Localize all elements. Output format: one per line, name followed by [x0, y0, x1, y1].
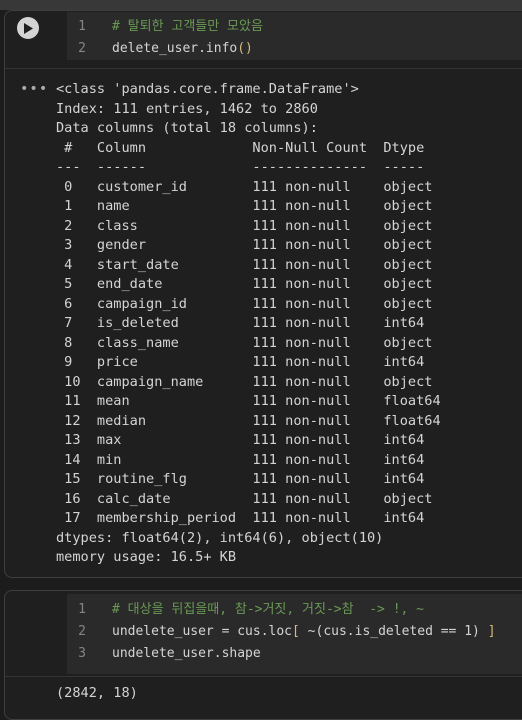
code-text: ~(cus.is_deleted == 1) — [299, 624, 488, 639]
output-line: 2 class 111 non-null object — [56, 217, 433, 234]
top-toolbar-strip — [0, 0, 522, 10]
line-number: 3 — [78, 646, 86, 661]
line-number: 1 — [78, 19, 86, 34]
output-line: 13 max 111 non-null int64 — [56, 432, 433, 448]
output-line: --- ------ -------------- ----- — [56, 159, 433, 175]
line-number: 2 — [78, 41, 86, 56]
code-paren: () — [237, 41, 253, 56]
output-line: 5 end_date 111 non-null object — [56, 276, 433, 292]
output-line: 7 is_deleted 111 non-null int64 — [56, 315, 433, 331]
cell-divider — [5, 676, 522, 677]
output-line: 8 class_name 111 non-null object — [56, 334, 433, 351]
code-text: undelete_user = cus.loc — [112, 624, 293, 639]
line-number: 1 — [78, 602, 86, 617]
code-bracket: ] — [487, 624, 496, 639]
output-line: <class 'pandas.core.frame.DataFrame'> — [56, 81, 359, 97]
code-text: delete_user.info — [112, 41, 238, 56]
output-line: 3 gender 111 non-null object — [56, 237, 433, 253]
run-cell-button[interactable] — [17, 17, 39, 39]
output-line: 1 name 111 non-null object — [56, 198, 433, 214]
output-line: Index: 111 entries, 1462 to 2860 — [56, 100, 318, 117]
output-partial: (2842, 18) — [56, 685, 138, 701]
output-line: # Column Non-Null Count Dtype — [56, 139, 433, 156]
output-line: 17 membership_period 111 non-null int64 — [56, 510, 433, 526]
output-menu-button[interactable]: ••• — [20, 82, 48, 96]
code-comment: # 탈퇴한 고객들만 모았음 — [112, 19, 263, 34]
code-text: undelete_user.shape — [112, 646, 261, 661]
code-bracket: [ — [292, 624, 300, 639]
output-line: memory usage: 16.5+ KB — [56, 549, 237, 565]
output-line: 12 median 111 non-null float64 — [56, 412, 441, 429]
cell-divider — [5, 68, 522, 69]
output-line: 6 campaign_id 111 non-null object — [56, 295, 433, 312]
output-line: 14 min 111 non-null int64 — [56, 451, 433, 468]
output-line: 4 start_date 111 non-null object — [56, 256, 433, 273]
output-line: 9 price 111 non-null int64 — [56, 354, 433, 370]
output-line: Data columns (total 18 columns): — [56, 120, 318, 136]
code-line: undelete_user = cus.loc[ ~(cus.is_delete… — [112, 621, 496, 642]
output-line: 0 customer_id 111 non-null object — [56, 178, 433, 195]
output-line: dtypes: float64(2), int64(6), object(10) — [56, 529, 384, 546]
play-icon — [24, 22, 33, 34]
output-line: 15 routine_flg 111 non-null int64 — [56, 471, 433, 487]
output-line: 10 campaign_name 111 non-null object — [56, 373, 433, 390]
line-number: 2 — [78, 624, 86, 639]
output-line: 11 mean 111 non-null float64 — [56, 393, 441, 409]
output-line: 16 calc_date 111 non-null object — [56, 490, 433, 507]
more-horizontal-icon: ••• — [20, 81, 49, 97]
code-line: delete_user.info() — [112, 38, 253, 59]
code-comment: # 대상을 뒤집을때, 참->거짓, 거짓->참 -> !, ~ — [112, 602, 425, 617]
